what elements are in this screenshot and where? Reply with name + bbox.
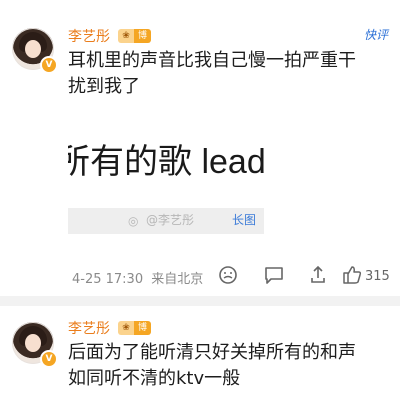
post-location: 来自北京 <box>151 272 204 287</box>
image-text: 所有的歌 lead 和 <box>68 143 264 181</box>
content-line: 耳机里的声音比我自己慢一拍严重干 <box>68 50 356 71</box>
like-count: 315 <box>365 269 390 284</box>
emoji-icon[interactable] <box>216 264 240 286</box>
image-watermark: @李艺彤 <box>146 213 195 227</box>
long-image-label[interactable]: 长图 <box>232 211 256 228</box>
verified-badge-icon: V <box>40 56 58 74</box>
post-divider <box>0 296 400 306</box>
like-icon[interactable] <box>340 264 364 286</box>
verified-badge-icon: V <box>40 350 58 368</box>
content-line: 后面为了能听清只好关掉所有的和声 <box>68 342 356 363</box>
post-date: 4-25 17:30 <box>72 272 144 287</box>
tag-text: 博主 <box>134 29 152 55</box>
username[interactable]: 李艺彤 <box>68 26 110 46</box>
fast-reply-button[interactable]: 快评 <box>364 26 388 43</box>
content-line: 扰到我了 <box>68 76 140 97</box>
content-line: 如同听不清的ktv一般 <box>68 368 241 389</box>
avatar-face <box>25 40 41 58</box>
post-content: 耳机里的声音比我自己慢一拍严重干 扰到我了 <box>68 48 388 100</box>
share-icon[interactable] <box>306 264 330 286</box>
comment-post-2: V 李艺彤 ❀ 博主 后面为了能听清只好关掉所有的和声 如同听不清的ktv一般 <box>0 306 400 400</box>
username[interactable]: 李艺彤 <box>68 318 110 338</box>
attached-image[interactable]: 所有的歌 lead 和 ◎ @李艺彤 长图 <box>68 114 264 234</box>
avatar-face <box>25 334 41 352</box>
post-content: 后面为了能听清只好关掉所有的和声 如同听不清的ktv一般 <box>68 340 388 392</box>
tag-icon: ❀ <box>118 321 134 335</box>
tag-icon: ❀ <box>118 29 134 43</box>
image-watermark-icon: ◎ <box>128 214 139 228</box>
comment-icon[interactable] <box>262 264 286 286</box>
post-meta: 4-25 17:30 来自北京 <box>72 268 207 287</box>
tag-text: 博主 <box>134 321 152 347</box>
comment-post-1: V 李艺彤 ❀ 博主 快评 耳机里的声音比我自己慢一拍严重干 扰到我了 所有的歌… <box>0 0 400 296</box>
